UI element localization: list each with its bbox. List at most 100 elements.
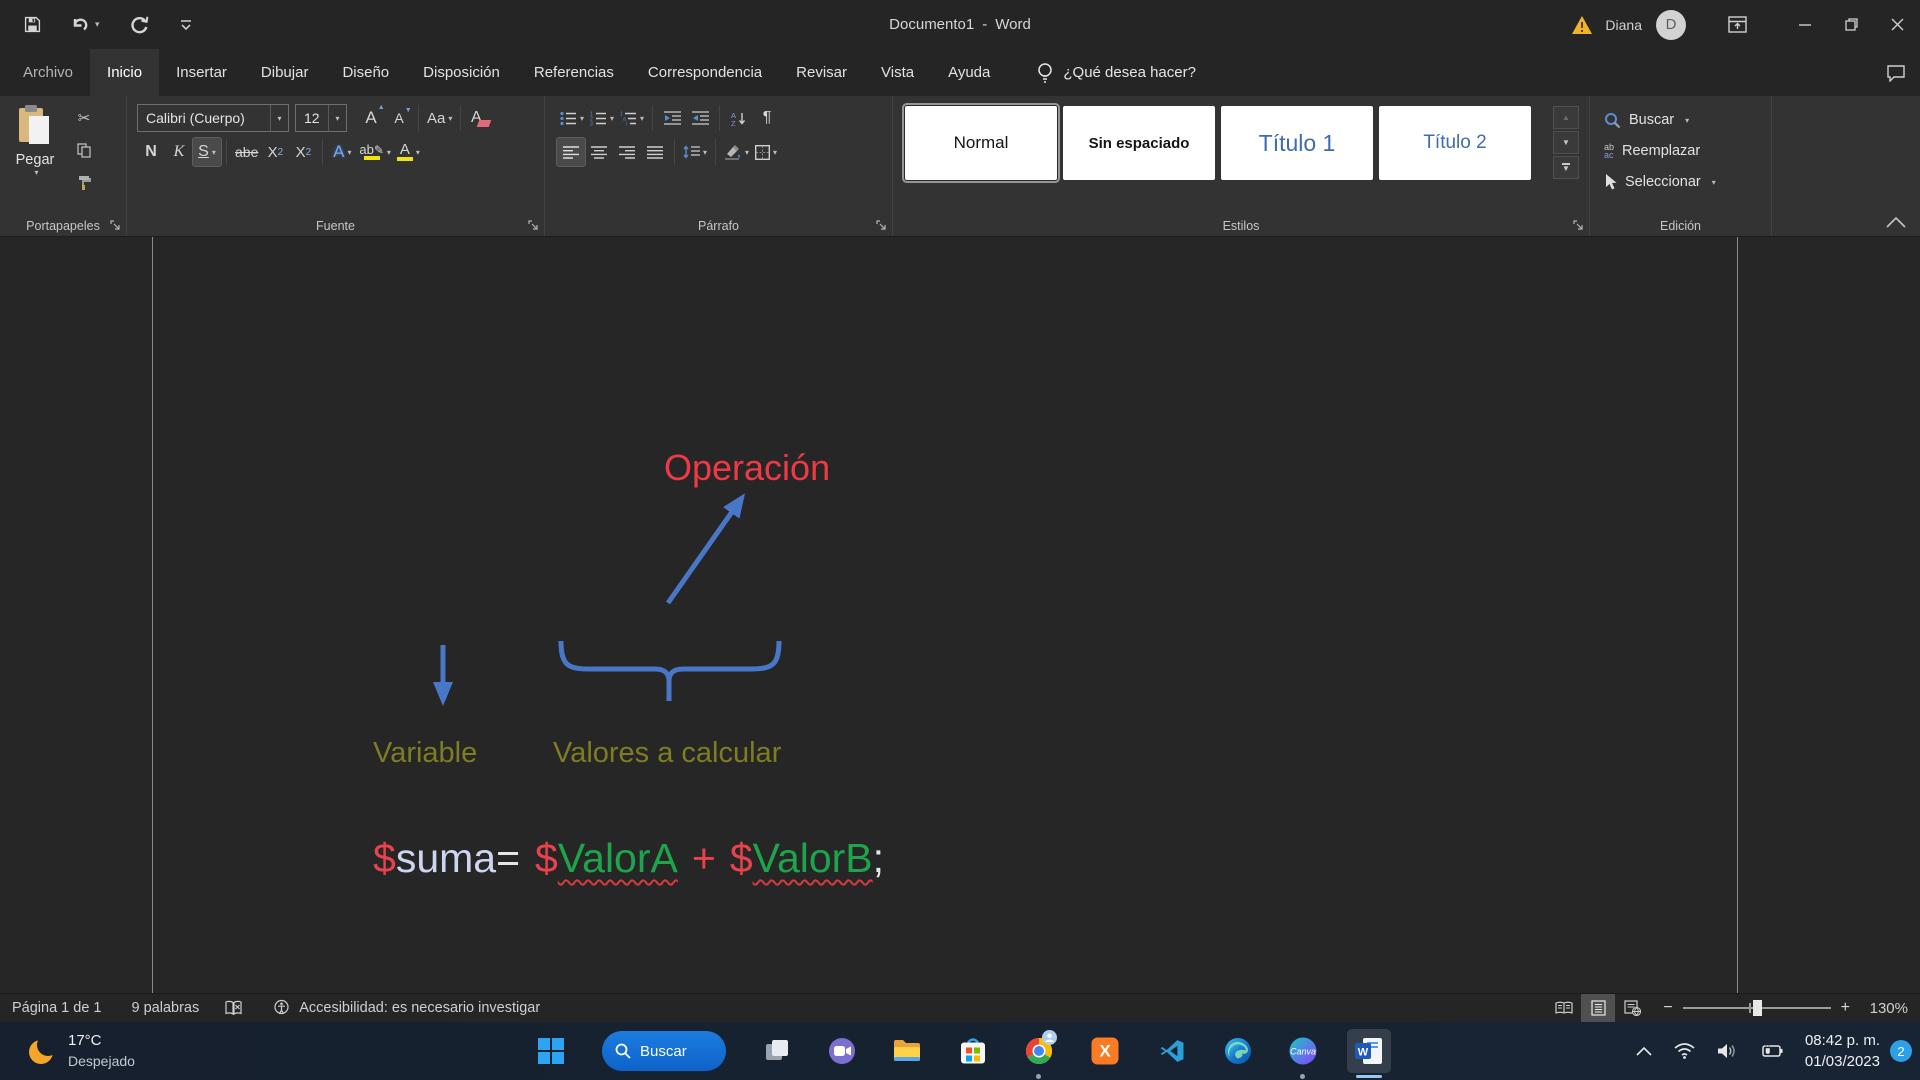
paste-button[interactable]: Pegar ▾: [8, 104, 62, 210]
arrow-to-operation[interactable]: [668, 499, 741, 603]
paragraph-dialog-launcher[interactable]: [876, 220, 887, 231]
paste-dropdown-chevron[interactable]: ▾: [34, 168, 38, 177]
canva-button[interactable]: Canva: [1290, 1038, 1317, 1065]
comments-button[interactable]: [1886, 49, 1906, 96]
bullets-button[interactable]: ▾: [557, 104, 587, 132]
grow-font-button[interactable]: A: [357, 104, 385, 132]
style-titulo-2[interactable]: Título 2: [1379, 106, 1531, 180]
collapse-ribbon-button[interactable]: [1886, 217, 1906, 228]
warning-icon[interactable]: [1571, 15, 1593, 35]
minimize-button[interactable]: [1782, 0, 1828, 49]
tab-ayuda[interactable]: Ayuda: [931, 49, 1007, 96]
clear-formatting-button[interactable]: A: [466, 104, 494, 132]
font-family-combo[interactable]: Calibri (Cuerpo) ▾: [137, 104, 289, 132]
user-name[interactable]: Diana: [1605, 17, 1642, 33]
format-painter-button[interactable]: [70, 170, 98, 194]
word-active-tile[interactable]: W: [1347, 1029, 1391, 1073]
font-size-chevron[interactable]: ▾: [328, 105, 346, 131]
align-left-button[interactable]: [557, 138, 585, 166]
align-right-button[interactable]: [613, 138, 641, 166]
edge-button[interactable]: [1224, 1037, 1252, 1065]
multilevel-list-button[interactable]: 1ai ▾: [617, 104, 647, 132]
task-view-button[interactable]: [764, 1038, 790, 1064]
replace-button[interactable]: ab ac Reemplazar: [1604, 137, 1771, 165]
line-spacing-button[interactable]: ▾: [680, 138, 710, 166]
styles-scroll-down[interactable]: ▼: [1553, 131, 1579, 154]
battery-icon[interactable]: [1759, 1044, 1783, 1058]
notification-badge[interactable]: 2: [1890, 1040, 1912, 1062]
close-button[interactable]: [1874, 0, 1920, 49]
web-layout-button[interactable]: [1615, 994, 1649, 1023]
brace-values[interactable]: [561, 641, 779, 701]
copy-button[interactable]: [70, 138, 98, 162]
find-button[interactable]: Buscar▾: [1604, 106, 1771, 134]
volume-icon[interactable]: [1717, 1043, 1737, 1059]
style-normal[interactable]: Normal: [905, 106, 1057, 180]
page-indicator[interactable]: Página 1 de 1: [12, 1000, 102, 1016]
accessibility-icon[interactable]: [272, 999, 291, 1017]
chat-button[interactable]: [828, 1037, 856, 1065]
restore-button[interactable]: [1828, 0, 1874, 49]
accessibility-status[interactable]: Accesibilidad: es necesario investigar: [299, 1000, 540, 1016]
change-case-button[interactable]: Aa▾: [424, 104, 455, 132]
align-center-button[interactable]: [585, 138, 613, 166]
italic-button[interactable]: K: [165, 138, 193, 166]
increase-indent-button[interactable]: [686, 104, 714, 132]
bold-button[interactable]: N: [137, 138, 165, 166]
file-explorer-button[interactable]: [893, 1039, 921, 1063]
chrome-button[interactable]: [1025, 1037, 1053, 1065]
tab-archivo[interactable]: Archivo: [6, 49, 90, 96]
subscript-button[interactable]: X2: [261, 138, 289, 166]
zoom-slider[interactable]: [1683, 1007, 1831, 1009]
print-layout-button[interactable]: [1581, 994, 1615, 1023]
style-titulo-1[interactable]: Título 1: [1221, 106, 1373, 180]
sort-button[interactable]: AZ: [725, 104, 753, 132]
font-size-combo[interactable]: 12 ▾: [295, 104, 347, 132]
font-dialog-launcher[interactable]: [528, 220, 539, 231]
zoom-in-button[interactable]: +: [1841, 999, 1850, 1017]
zoom-slider-handle[interactable]: [1753, 1000, 1762, 1016]
justify-button[interactable]: [641, 138, 669, 166]
wifi-icon[interactable]: [1674, 1043, 1695, 1059]
numbering-button[interactable]: 123 ▾: [587, 104, 617, 132]
styles-scroll-up[interactable]: ▲: [1553, 106, 1579, 129]
weather-widget[interactable]: 17°C Despejado: [26, 1022, 135, 1080]
tab-inicio[interactable]: Inicio: [90, 49, 159, 96]
avatar[interactable]: D: [1656, 10, 1686, 40]
text-effects-button[interactable]: A▾: [328, 138, 356, 166]
tab-vista[interactable]: Vista: [864, 49, 931, 96]
word-count[interactable]: 9 palabras: [132, 1000, 200, 1016]
font-family-chevron[interactable]: ▾: [270, 105, 288, 131]
zoom-out-button[interactable]: −: [1663, 999, 1672, 1017]
underline-button[interactable]: S▾: [193, 138, 221, 166]
cut-button[interactable]: ✂: [70, 106, 98, 130]
borders-button[interactable]: ▾: [752, 138, 780, 166]
clipboard-dialog-launcher[interactable]: [110, 220, 121, 231]
proofing-icon[interactable]: [225, 1000, 242, 1016]
styles-gallery-more[interactable]: ▼: [1553, 156, 1579, 179]
tab-dibujar[interactable]: Dibujar: [244, 49, 326, 96]
shrink-font-button[interactable]: A: [385, 104, 413, 132]
style-sin-espaciado[interactable]: Sin espaciado: [1063, 106, 1215, 180]
microsoft-store-button[interactable]: [960, 1038, 986, 1065]
tab-insertar[interactable]: Insertar: [159, 49, 244, 96]
document-canvas[interactable]: Operación $suma=$ValorA+$ValorB; Variabl…: [0, 237, 1920, 993]
styles-dialog-launcher[interactable]: [1573, 220, 1584, 231]
strikethrough-button[interactable]: abe: [232, 138, 261, 166]
taskbar-clock[interactable]: 08:42 p. m. 01/03/2023: [1805, 1030, 1880, 1072]
superscript-button[interactable]: X2: [289, 138, 317, 166]
ribbon-display-options-button[interactable]: [1714, 0, 1760, 49]
xampp-button[interactable]: X: [1092, 1038, 1119, 1065]
tray-chevron-up[interactable]: [1636, 1047, 1652, 1056]
shading-button[interactable]: ▾: [721, 138, 752, 166]
read-mode-button[interactable]: [1547, 994, 1581, 1023]
taskbar-search[interactable]: Buscar: [602, 1031, 726, 1071]
tab-referencias[interactable]: Referencias: [517, 49, 631, 96]
tab-diseno[interactable]: Diseño: [325, 49, 406, 96]
tab-disposicion[interactable]: Disposición: [406, 49, 517, 96]
zoom-percentage[interactable]: 130%: [1862, 1000, 1908, 1017]
vscode-button[interactable]: [1159, 1038, 1185, 1064]
font-color-button[interactable]: A ▾: [394, 138, 423, 166]
select-button[interactable]: Seleccionar▾: [1604, 168, 1771, 196]
show-marks-button[interactable]: ¶: [753, 104, 781, 132]
